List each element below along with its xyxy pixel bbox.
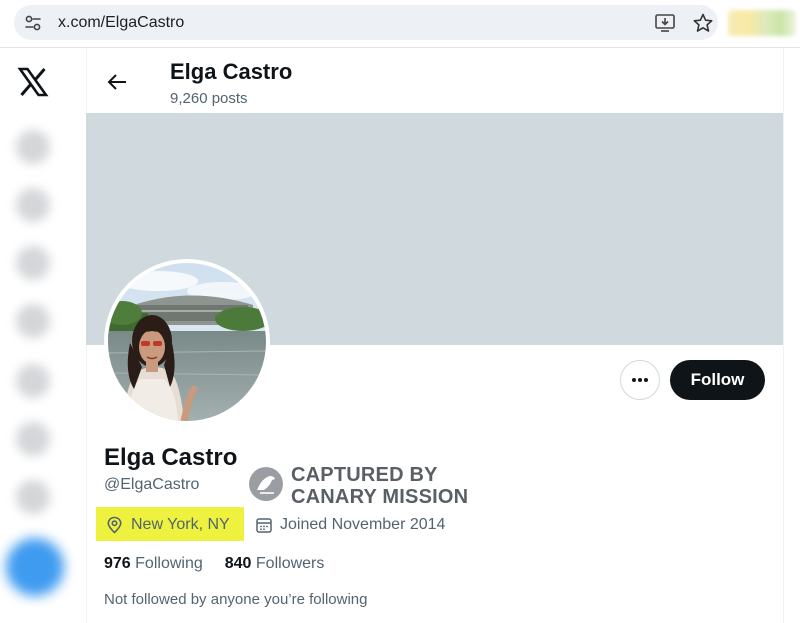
follow-button[interactable]: Follow xyxy=(670,360,765,400)
header-profile-name: Elga Castro xyxy=(170,59,293,84)
avatar-photo xyxy=(108,263,266,421)
profile-stats: 976 Following 840 Followers xyxy=(104,555,324,573)
followers-link[interactable]: 840 Followers xyxy=(225,555,325,573)
following-link[interactable]: 976 Following xyxy=(104,555,203,573)
browser-toolbar: x.com/ElgaCastro xyxy=(0,0,800,48)
watermark-line-1: CAPTURED BY xyxy=(291,464,438,486)
extension-icons-blurred xyxy=(728,10,796,36)
calendar-icon xyxy=(256,518,272,533)
nav-item-blurred[interactable] xyxy=(16,246,50,280)
watermark-line-2: CANARY MISSION xyxy=(291,486,469,508)
canary-mission-logo-icon xyxy=(249,467,283,501)
site-info-icon[interactable] xyxy=(24,14,42,32)
followers-count: 840 xyxy=(224,555,252,572)
profile-name: Elga Castro xyxy=(104,444,238,471)
profile-avatar[interactable] xyxy=(104,259,270,425)
followers-label: Followers xyxy=(255,555,325,572)
profile-handle: @ElgaCastro xyxy=(104,476,200,493)
more-options-button[interactable] xyxy=(620,360,660,400)
following-label: Following xyxy=(135,555,203,572)
nav-item-blurred[interactable] xyxy=(16,422,50,456)
location-pin-icon xyxy=(107,516,122,534)
nav-item-blurred[interactable] xyxy=(16,304,50,338)
nav-item-blurred[interactable] xyxy=(16,480,50,514)
following-count: 976 xyxy=(104,555,131,572)
followed-by-note: Not followed by anyone you’re following xyxy=(104,591,368,608)
nav-item-blurred[interactable] xyxy=(16,188,50,222)
post-button-blurred[interactable] xyxy=(6,538,64,596)
profile-joined-date: Joined November 2014 xyxy=(280,516,446,533)
address-bar[interactable]: x.com/ElgaCastro xyxy=(14,5,718,40)
bookmark-star-icon[interactable] xyxy=(692,12,714,34)
back-arrow-icon[interactable] xyxy=(106,72,128,92)
nav-item-blurred[interactable] xyxy=(16,364,50,398)
x-logo-icon[interactable] xyxy=(17,66,49,98)
install-app-icon[interactable] xyxy=(654,13,676,33)
profile-location: New York, NY xyxy=(131,516,230,533)
more-horizontal-icon xyxy=(632,378,648,382)
url-text[interactable]: x.com/ElgaCastro xyxy=(58,14,184,32)
header-posts-count: 9,260 posts xyxy=(170,90,248,107)
nav-item-blurred[interactable] xyxy=(16,130,50,164)
watermark-text: CAPTURED BY CANARY MISSION xyxy=(291,464,468,508)
